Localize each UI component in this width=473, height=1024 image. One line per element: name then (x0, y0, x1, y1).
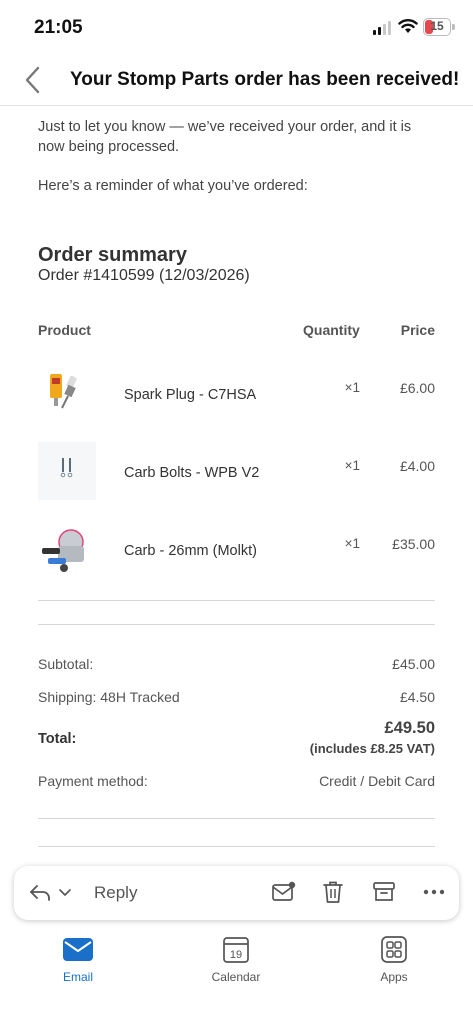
item-quantity: ×1 (344, 458, 360, 473)
tab-label: Calendar (211, 970, 261, 984)
reminder-text: Here’s a reminder of what you’ve ordered… (38, 178, 308, 194)
column-price: Price (400, 322, 435, 338)
payment-method-label: Payment method: (38, 773, 148, 789)
battery-level: 15 (430, 19, 444, 33)
envelope-icon (63, 938, 93, 961)
column-product: Product (38, 322, 91, 338)
tab-email[interactable]: Email (33, 936, 123, 996)
item-price: £4.00 (399, 458, 435, 474)
tab-label: Email (62, 970, 93, 984)
order-summary-title: Order summary (38, 244, 187, 266)
email-header: Your Stomp Parts order has been received… (0, 54, 473, 106)
bottom-tab-bar: Email 19 Calendar Apps (0, 928, 473, 1024)
email-action-bar: Reply (14, 866, 459, 920)
item-name: Carb Bolts - WPB V2 (124, 465, 260, 481)
divider (38, 600, 435, 601)
subtotal-label: Subtotal: (38, 656, 94, 672)
intro-text: Just to let you know — we’ve received yo… (38, 119, 412, 155)
divider (38, 624, 435, 625)
total-vat-note: (includes £8.25 VAT) (309, 741, 435, 756)
mark-unread-icon[interactable] (270, 879, 296, 905)
shipping-value: £4.50 (399, 689, 435, 705)
order-item-row: Carb Bolts - WPB V2 ×1 £4.00 (0, 442, 473, 506)
reply-label: Reply (94, 883, 138, 902)
email-subject: Your Stomp Parts order has been received… (70, 69, 460, 90)
cellular-signal-icon (373, 21, 393, 35)
status-time: 21:05 (34, 17, 83, 38)
tab-label: Apps (380, 970, 408, 984)
battery-icon: 15 (423, 18, 455, 36)
item-price: £6.00 (399, 380, 435, 396)
divider (38, 846, 435, 847)
wifi-icon (398, 19, 418, 33)
item-price: £35.00 (392, 536, 435, 552)
item-name: Carb - 26mm (Molkt) (124, 543, 257, 559)
spark-plug-image (50, 374, 77, 409)
item-quantity: ×1 (344, 380, 360, 395)
reply-button[interactable]: Reply (28, 878, 148, 908)
shipping-label: Shipping: 48H Tracked (38, 689, 180, 705)
carburettor-image (42, 529, 84, 572)
more-options-icon[interactable] (421, 879, 447, 905)
total-value: £49.50 (384, 719, 435, 737)
chevron-down-icon[interactable] (58, 887, 72, 899)
reply-arrow-icon (30, 885, 50, 901)
calendar-icon: 19 (223, 937, 249, 963)
item-name: Spark Plug - C7HSA (124, 387, 257, 403)
apps-grid-icon (381, 936, 407, 963)
tab-apps[interactable]: Apps (349, 936, 439, 996)
item-quantity: ×1 (344, 536, 360, 551)
calendar-day: 19 (230, 949, 242, 961)
order-number: Order #1410599 (12/03/2026) (38, 267, 250, 284)
archive-icon[interactable] (371, 879, 397, 905)
back-chevron-icon[interactable] (20, 64, 46, 96)
subtotal-value: £45.00 (392, 656, 435, 672)
status-bar: 21:05 15 (0, 0, 473, 54)
column-quantity: Quantity (303, 322, 360, 338)
order-item-row: Spark Plug - C7HSA ×1 £6.00 (0, 364, 473, 428)
total-label: Total: (38, 731, 77, 747)
delete-trash-icon[interactable] (320, 879, 346, 905)
carb-bolts-image (38, 442, 96, 500)
tab-calendar[interactable]: 19 Calendar (191, 936, 281, 996)
payment-method-value: Credit / Debit Card (319, 773, 435, 789)
order-item-row: Carb - 26mm (Molkt) ×1 £35.00 (0, 520, 473, 584)
divider (38, 818, 435, 819)
